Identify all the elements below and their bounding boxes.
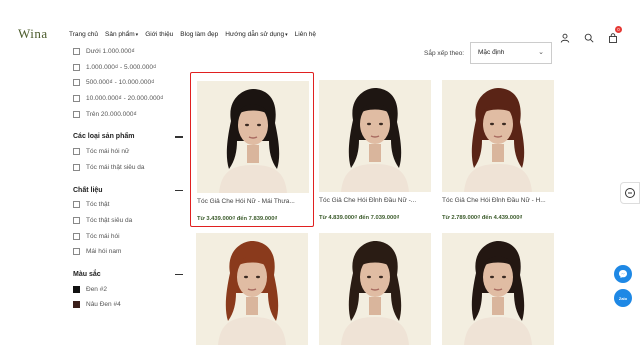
nav-item-products[interactable]: Sản phẩm▾ xyxy=(105,31,138,38)
price-filter-item[interactable]: Trên 20.000.000₫ xyxy=(73,106,183,122)
checkbox[interactable] xyxy=(73,110,80,118)
material-filter-item[interactable]: Mái hói nam xyxy=(73,244,183,260)
filter-sidebar: Dưới 1.000.000₫ 1.000.000₫ - 5.000.000₫ 50… xyxy=(73,44,183,313)
price-filter-item[interactable]: Dưới 1.000.000₫ xyxy=(73,44,183,60)
nav-item-blog[interactable]: Blog làm đẹp xyxy=(180,31,218,38)
product-image[interactable] xyxy=(442,80,554,192)
product-image[interactable] xyxy=(442,233,554,345)
product-name[interactable]: Tóc Giả Che Hói Đỉnh Đầu Nữ -... xyxy=(319,197,433,204)
product-name[interactable]: Tóc Giả Che Hói Đỉnh Đầu Nữ - H... xyxy=(442,197,556,204)
zoom-button[interactable] xyxy=(620,182,640,204)
filter-label: Mái hói nam xyxy=(86,248,122,256)
product-image[interactable] xyxy=(196,233,308,345)
collapse-icon[interactable] xyxy=(175,273,183,276)
color-filter-item[interactable]: Nâu Đen #4 xyxy=(73,297,183,313)
price-filter-item[interactable]: 1.000.000₫ - 5.000.000₫ xyxy=(73,60,183,76)
product-price: Từ 3.439.000₫ đến 7.839.000₫ xyxy=(197,216,278,222)
filter-label: 10.000.000₫ - 20.000.000₫ xyxy=(86,95,164,103)
product-name[interactable]: Tóc Giả Che Hói Nữ - Mái Thưa... xyxy=(197,198,311,205)
messenger-icon xyxy=(619,270,627,278)
material-filter-list: Tóc thật Tóc thật siêu da Tóc mái hói Mái h… xyxy=(73,197,183,259)
material-filter-item[interactable]: Tóc thật siêu da xyxy=(73,213,183,229)
checkbox[interactable] xyxy=(73,232,80,240)
caret-down-icon: ▾ xyxy=(135,32,139,38)
filter-label: Tóc mái thật siêu da xyxy=(86,163,145,171)
filter-label: Dưới 1.000.000₫ xyxy=(86,48,135,56)
search-icon[interactable] xyxy=(584,30,594,43)
product-card[interactable]: Tóc Giả Che Hói Nữ - Mái Thưa... Từ 3.439… xyxy=(190,72,314,227)
nav-item-guide[interactable]: Hướng dẫn sử dụng▾ xyxy=(225,31,287,38)
filter-label: Nâu Đen #4 xyxy=(86,301,121,309)
filter-label: Tóc thật xyxy=(86,201,110,209)
header-icons: 0 xyxy=(560,26,622,43)
color-filter-item[interactable]: Đen #2 xyxy=(73,282,183,298)
filter-label: Tóc thật siêu da xyxy=(86,217,133,225)
chevron-down-icon: ⌄ xyxy=(538,49,544,56)
zalo-icon: Zalo xyxy=(618,295,628,301)
checkbox[interactable] xyxy=(73,217,80,225)
product-image[interactable] xyxy=(197,81,309,193)
site-logo[interactable]: Wina xyxy=(18,26,48,42)
filter-label: Trên 20.000.000₫ xyxy=(86,110,137,118)
price-filter-item[interactable]: 10.000.000₫ - 20.000.000₫ xyxy=(73,91,183,107)
checkbox[interactable] xyxy=(73,248,80,256)
filter-section-type[interactable]: Các loại sản phẩm xyxy=(73,130,183,144)
color-filter-list: Đen #2 Nâu Đen #4 xyxy=(73,282,183,313)
product-image[interactable] xyxy=(319,233,431,345)
checkbox[interactable] xyxy=(73,79,80,87)
product-price: Từ 2.789.000₫ đến 4.439.000₫ xyxy=(442,215,523,221)
filter-label: 500.000₫ - 10.000.000₫ xyxy=(86,79,155,87)
zalo-button[interactable]: Zalo xyxy=(614,289,632,307)
checkbox[interactable] xyxy=(73,201,80,209)
messenger-button[interactable] xyxy=(614,265,632,283)
zoom-icon xyxy=(625,188,635,198)
checkbox[interactable] xyxy=(73,63,80,71)
material-filter-item[interactable]: Tóc thật xyxy=(73,197,183,213)
collapse-icon[interactable] xyxy=(175,136,183,138)
filter-label: Đen #2 xyxy=(86,285,107,293)
filter-label: 1.000.000₫ - 5.000.000₫ xyxy=(86,63,157,71)
color-swatch[interactable] xyxy=(73,285,80,293)
color-swatch[interactable] xyxy=(73,301,80,309)
nav-item-home[interactable]: Trang chủ xyxy=(69,31,98,38)
main-nav: Trang chủ Sản phẩm▾ Giới thiệu Blog làm … xyxy=(69,31,316,38)
cart-count-badge: 0 xyxy=(615,26,622,33)
nav-item-about[interactable]: Giới thiệu xyxy=(145,31,173,38)
cart-icon[interactable]: 0 xyxy=(608,26,622,43)
checkbox[interactable] xyxy=(73,163,80,171)
material-filter-item[interactable]: Tóc mái hói xyxy=(73,228,183,244)
filter-label: Tóc mái hói xyxy=(86,232,120,240)
product-image[interactable] xyxy=(319,80,431,192)
caret-down-icon: ▾ xyxy=(285,32,288,38)
price-filter-item[interactable]: 500.000₫ - 10.000.000₫ xyxy=(73,75,183,91)
filter-section-material[interactable]: Chất liệu xyxy=(73,183,183,197)
price-filter-list: Dưới 1.000.000₫ 1.000.000₫ - 5.000.000₫ 50… xyxy=(73,44,183,122)
sort-select[interactable]: Mặc định ⌄ xyxy=(470,42,552,64)
nav-item-contact[interactable]: Liên hệ xyxy=(295,31,316,38)
checkbox[interactable] xyxy=(73,95,80,103)
sort-label: Sắp xếp theo: xyxy=(424,50,465,57)
type-filter-list: Tóc mái hói nữ Tóc mái thật siêu da xyxy=(73,144,183,175)
type-filter-item[interactable]: Tóc mái thật siêu da xyxy=(73,160,183,176)
checkbox[interactable] xyxy=(73,148,80,156)
collapse-icon[interactable] xyxy=(175,189,183,191)
checkbox[interactable] xyxy=(73,48,80,56)
user-icon[interactable] xyxy=(560,30,570,43)
product-price: Từ 4.839.000₫ đến 7.039.000₫ xyxy=(319,215,400,221)
type-filter-item[interactable]: Tóc mái hói nữ xyxy=(73,144,183,160)
filter-section-color[interactable]: Màu sắc xyxy=(73,268,183,282)
filter-label: Tóc mái hói nữ xyxy=(86,148,130,156)
